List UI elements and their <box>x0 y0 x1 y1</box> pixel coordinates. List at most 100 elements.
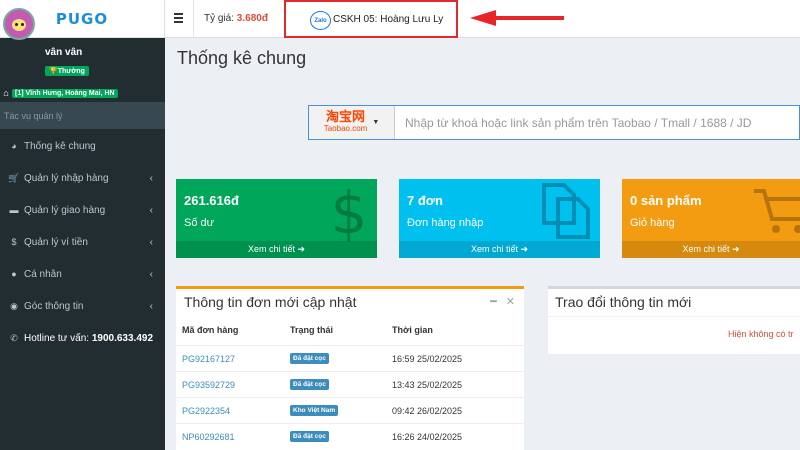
recent-orders-panel: Thông tin đơn mới cập nhật ━ ✕ Mã đơn hàn… <box>176 286 524 450</box>
caret-down-icon: ▼ <box>372 119 380 126</box>
hotline-number: 1900.633.492 <box>91 332 154 344</box>
product-search-input[interactable] <box>395 106 795 139</box>
chat-icon: ◉ <box>10 300 18 311</box>
chevron-left-icon: ‹ <box>149 268 153 280</box>
chevron-left-icon: ‹ <box>149 236 153 248</box>
table-row: PG92167127 Đã đặt cọc 16:59 25/02/2025 <box>176 345 524 371</box>
hotline-label: Hotline tư vấn: <box>24 332 90 344</box>
order-time: 16:26 24/02/2025 <box>392 432 463 442</box>
sidebar-item-label: Cá nhân <box>24 268 62 280</box>
sidebar-item-info[interactable]: ◉ Góc thông tin ‹ <box>0 290 165 322</box>
trophy-icon: 🏆 <box>49 68 58 75</box>
sidebar-item-dashboard[interactable]: ◕ Thống kê chung <box>0 130 165 162</box>
orders-label: Đơn hàng nhập <box>407 217 484 229</box>
cart-detail-link[interactable]: Xem chi tiết ➜ <box>622 241 800 258</box>
sidebar-item-label: Thống kê chung <box>24 140 96 152</box>
balance-label: Số dư <box>184 217 214 229</box>
user-address-badge: [1] Vĩnh Hưng, Hoàng Mai, HN <box>12 88 118 98</box>
messages-panel: Trao đổi thông tin mới Hiện không có tr <box>548 286 800 354</box>
brand-logo-text: PUGO <box>55 9 109 28</box>
sidebar: PUGO vân vân 🏆Thường ⌂ [1] Vĩnh Hưng, Ho… <box>0 0 165 450</box>
taobao-logo-en: Taobao.com <box>323 124 368 133</box>
minimize-icon[interactable]: ━ <box>490 296 497 308</box>
red-arrow-annotation <box>470 10 564 26</box>
main-content: Thống kê chung 淘宝网 Taobao.com ▼ 261.616đ… <box>165 38 800 450</box>
sidebar-item-delivery[interactable]: ▬ Quản lý giao hàng ‹ <box>0 194 165 226</box>
order-time: 09:42 26/02/2025 <box>392 406 463 416</box>
cart-label: Giỏ hàng <box>630 217 675 229</box>
exchange-rate-label: Tỷ giá: <box>204 13 235 24</box>
exchange-rate: Tỷ giá: 3.680đ <box>204 13 268 24</box>
top-header: Tỷ giá: 3.680đ Zalo CSKH 05: Hoàng Lưu L… <box>165 0 800 38</box>
taobao-logo: 淘宝网 Taobao.com <box>324 111 368 134</box>
chevron-left-icon: ‹ <box>149 172 153 184</box>
orders-card: 7 đơn Đơn hàng nhập Xem chi tiết ➜ <box>399 179 600 258</box>
site-select-dropdown[interactable]: 淘宝网 Taobao.com ▼ <box>309 106 395 139</box>
page-title: Thống kê chung <box>177 48 307 68</box>
close-icon[interactable]: ✕ <box>506 296 515 308</box>
table-row: PG93592729 Đã đặt cọc 13:43 25/02/2025 <box>176 371 524 397</box>
user-name: vân vân <box>45 47 83 58</box>
orders-detail-link[interactable]: Xem chi tiết ➜ <box>399 241 600 258</box>
chevron-left-icon: ‹ <box>149 300 153 312</box>
column-header-status: Trạng thái <box>290 325 334 335</box>
status-badge: Đã đặt cọc <box>290 431 329 442</box>
sidebar-search <box>0 102 165 129</box>
sidebar-item-personal[interactable]: ● Cá nhân ‹ <box>0 258 165 290</box>
user-level-badge: 🏆Thường <box>45 66 89 76</box>
header-divider <box>193 0 194 38</box>
files-icon <box>542 183 590 239</box>
order-time: 16:59 25/02/2025 <box>392 354 463 364</box>
empty-messages-text: Hiện không có tr <box>728 329 794 339</box>
sidebar-item-label: Quản lý ví tiền <box>24 236 88 248</box>
sidebar-item-import[interactable]: 🛒 Quản lý nhập hàng ‹ <box>0 162 165 194</box>
dollar-icon: $ <box>331 183 368 243</box>
status-badge: Kho Việt Nam <box>290 405 339 416</box>
sidebar-search-input[interactable] <box>4 110 154 121</box>
customer-support-contact[interactable]: Zalo CSKH 05: Hoàng Lưu Ly <box>284 0 458 38</box>
sidebar-item-hotline[interactable]: ✆ Hotline tư vấn: 1900.633.492 <box>0 322 165 354</box>
column-header-time: Thời gian <box>392 325 433 335</box>
cart-card: 0 sản phẩm Giỏ hàng Xem chi tiết ➜ <box>622 179 800 258</box>
arrow-circle-right-icon: ➜ <box>732 244 740 254</box>
cart-value: 0 sản phẩm <box>630 193 702 208</box>
shopping-cart-icon <box>754 189 800 233</box>
table-row: PG2922354 Kho Việt Nam 09:42 26/02/2025 <box>176 397 524 423</box>
order-code-link[interactable]: NP60292681 <box>182 432 235 442</box>
balance-card: 261.616đ Số dư $ Xem chi tiết ➜ <box>176 179 377 258</box>
taobao-logo-cn: 淘宝网 <box>326 110 366 125</box>
cart-icon: 🛒 <box>8 172 20 183</box>
balance-detail-link[interactable]: Xem chi tiết ➜ <box>176 241 377 258</box>
panel-divider <box>548 316 800 317</box>
sidebar-item-label: Quản lý giao hàng <box>24 204 106 216</box>
support-agent-label: CSKH 05: Hoàng Lưu Ly <box>333 14 444 25</box>
order-code-link[interactable]: PG2922354 <box>182 406 230 416</box>
zalo-icon: Zalo <box>310 11 331 30</box>
table-row: NP60292681 Đã đặt cọc 16:26 24/02/2025 <box>176 423 524 449</box>
arrow-circle-right-icon: ➜ <box>297 244 306 254</box>
panel-controls: ━ ✕ <box>481 295 515 308</box>
hamburger-menu-icon[interactable] <box>174 13 183 23</box>
dollar-icon: $ <box>11 237 17 247</box>
orders-value: 7 đơn <box>407 193 443 208</box>
panel-title: Thông tin đơn mới cập nhật <box>184 294 357 310</box>
avatar[interactable] <box>3 8 35 40</box>
order-code-link[interactable]: PG92167127 <box>182 354 235 364</box>
exchange-rate-value: 3.680đ <box>236 13 268 24</box>
user-address-row: ⌂ [1] Vĩnh Hưng, Hoàng Mai, HN <box>0 87 118 99</box>
balance-value: 261.616đ <box>184 193 239 208</box>
svg-text:$: $ <box>331 183 368 243</box>
dashboard-icon: ◕ <box>11 141 17 151</box>
status-badge: Đã đặt cọc <box>290 379 329 390</box>
status-badge: Đã đặt cọc <box>290 353 329 364</box>
user-icon: ● <box>11 269 17 279</box>
sidebar-item-label: Quản lý nhập hàng <box>24 172 109 184</box>
chevron-left-icon: ‹ <box>149 204 153 216</box>
sidebar-item-wallet[interactable]: $ Quản lý ví tiền ‹ <box>0 226 165 258</box>
order-code-link[interactable]: PG93592729 <box>182 380 235 390</box>
truck-icon: ▬ <box>9 205 19 215</box>
column-header-code: Mã đơn hàng <box>182 325 239 335</box>
arrow-circle-right-icon: ➜ <box>520 244 529 254</box>
sidebar-menu: ◕ Thống kê chung 🛒 Quản lý nhập hàng ‹ ▬… <box>0 130 165 354</box>
product-search-bar: 淘宝网 Taobao.com ▼ <box>308 105 800 140</box>
